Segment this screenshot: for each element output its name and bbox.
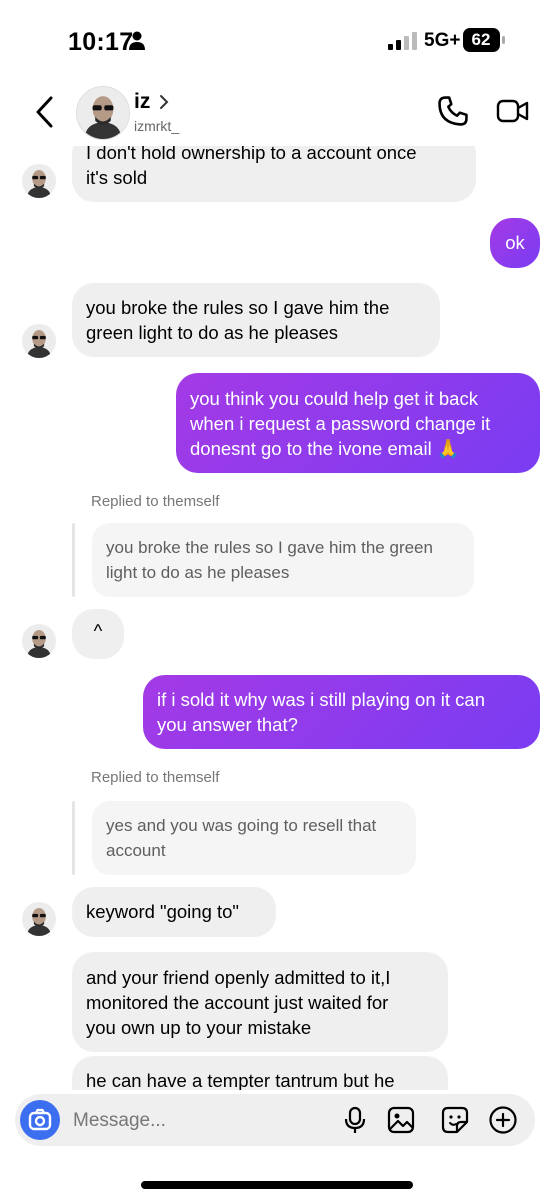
network-type: 5G+: [424, 30, 461, 51]
back-icon[interactable]: [30, 94, 60, 130]
message-line: it's sold: [86, 167, 148, 188]
message-line: if i sold it why was i still playing on …: [157, 689, 485, 710]
outgoing-message[interactable]: if i sold it why was i still playing on …: [143, 675, 540, 749]
contact-avatar[interactable]: [76, 86, 130, 140]
video-icon[interactable]: [496, 96, 530, 126]
message-line: keyword "going to": [86, 901, 239, 922]
mic-icon[interactable]: [339, 1104, 371, 1136]
message-line: ok: [505, 232, 525, 253]
status-time: 10:17: [68, 28, 134, 56]
message-line: donesnt go to the ivone email 🙏: [190, 438, 460, 459]
message-line: when i request a password change it: [190, 413, 491, 434]
chevron-right-icon[interactable]: [157, 92, 171, 112]
incoming-message[interactable]: ^: [72, 609, 124, 659]
message-line: you own up to your mistake: [86, 1017, 312, 1038]
person-icon: [129, 31, 145, 50]
incoming-message[interactable]: you broke the rules so I gave him the gr…: [72, 283, 440, 357]
camera-button[interactable]: [20, 1100, 60, 1140]
quoted-line: yes and you was going to resell that: [106, 816, 377, 835]
message-line: you answer that?: [157, 714, 298, 735]
message-composer: [15, 1094, 535, 1146]
message-line: monitored the account just waited for: [86, 992, 389, 1013]
message-line: you think you could help get it back: [190, 388, 478, 409]
contact-name[interactable]: iz: [134, 90, 150, 114]
battery-icon: 62: [463, 28, 507, 52]
sender-avatar[interactable]: [22, 164, 56, 198]
message-line: ^: [93, 620, 103, 641]
incoming-message[interactable]: keyword "going to": [72, 887, 276, 937]
incoming-message[interactable]: and your friend openly admitted to it,I …: [72, 952, 448, 1052]
status-bar: 10:17 5G+ 62: [0, 0, 554, 80]
incoming-message[interactable]: he can have a tempter tantrum but he: [72, 1056, 448, 1090]
incoming-message[interactable]: I don't hold ownership to a account once…: [72, 146, 476, 202]
message-line: you broke the rules so I gave him the: [86, 297, 390, 318]
message-line: I don't hold ownership to a account once: [86, 146, 417, 163]
outgoing-message[interactable]: ok: [490, 218, 540, 268]
quoted-message[interactable]: you broke the rules so I gave him the gr…: [92, 523, 474, 597]
quoted-line: you broke the rules so I gave him the gr…: [106, 538, 433, 557]
message-input[interactable]: [71, 1106, 325, 1136]
phone-icon[interactable]: [436, 94, 470, 128]
camera-icon: [28, 1108, 52, 1131]
chat-header: iz izmrkt_: [0, 80, 554, 146]
quoted-line: light to do as he pleases: [106, 563, 290, 582]
battery-level: 62: [471, 30, 491, 49]
message-line: and your friend openly admitted to it,I: [86, 967, 391, 988]
reply-label: Replied to themself: [91, 493, 220, 510]
sticker-icon[interactable]: [439, 1104, 471, 1136]
sender-avatar[interactable]: [22, 624, 56, 658]
reply-bar: [72, 523, 75, 597]
plus-icon[interactable]: [487, 1104, 519, 1136]
quoted-message[interactable]: yes and you was going to resell that acc…: [92, 801, 416, 875]
message-thread[interactable]: I don't hold ownership to a account once…: [0, 146, 554, 1090]
outgoing-message[interactable]: you think you could help get it back whe…: [176, 373, 540, 473]
message-line: he can have a tempter tantrum but he: [86, 1070, 395, 1090]
contact-username[interactable]: izmrkt_: [134, 118, 179, 134]
sender-avatar[interactable]: [22, 324, 56, 358]
reply-bar: [72, 801, 75, 875]
reply-label: Replied to themself: [91, 769, 220, 786]
gallery-icon[interactable]: [385, 1104, 417, 1136]
quoted-line: account: [106, 841, 166, 860]
sender-avatar[interactable]: [22, 902, 56, 936]
home-indicator[interactable]: [141, 1181, 413, 1189]
signal-icon: [388, 32, 417, 50]
message-line: green light to do as he pleases: [86, 322, 338, 343]
